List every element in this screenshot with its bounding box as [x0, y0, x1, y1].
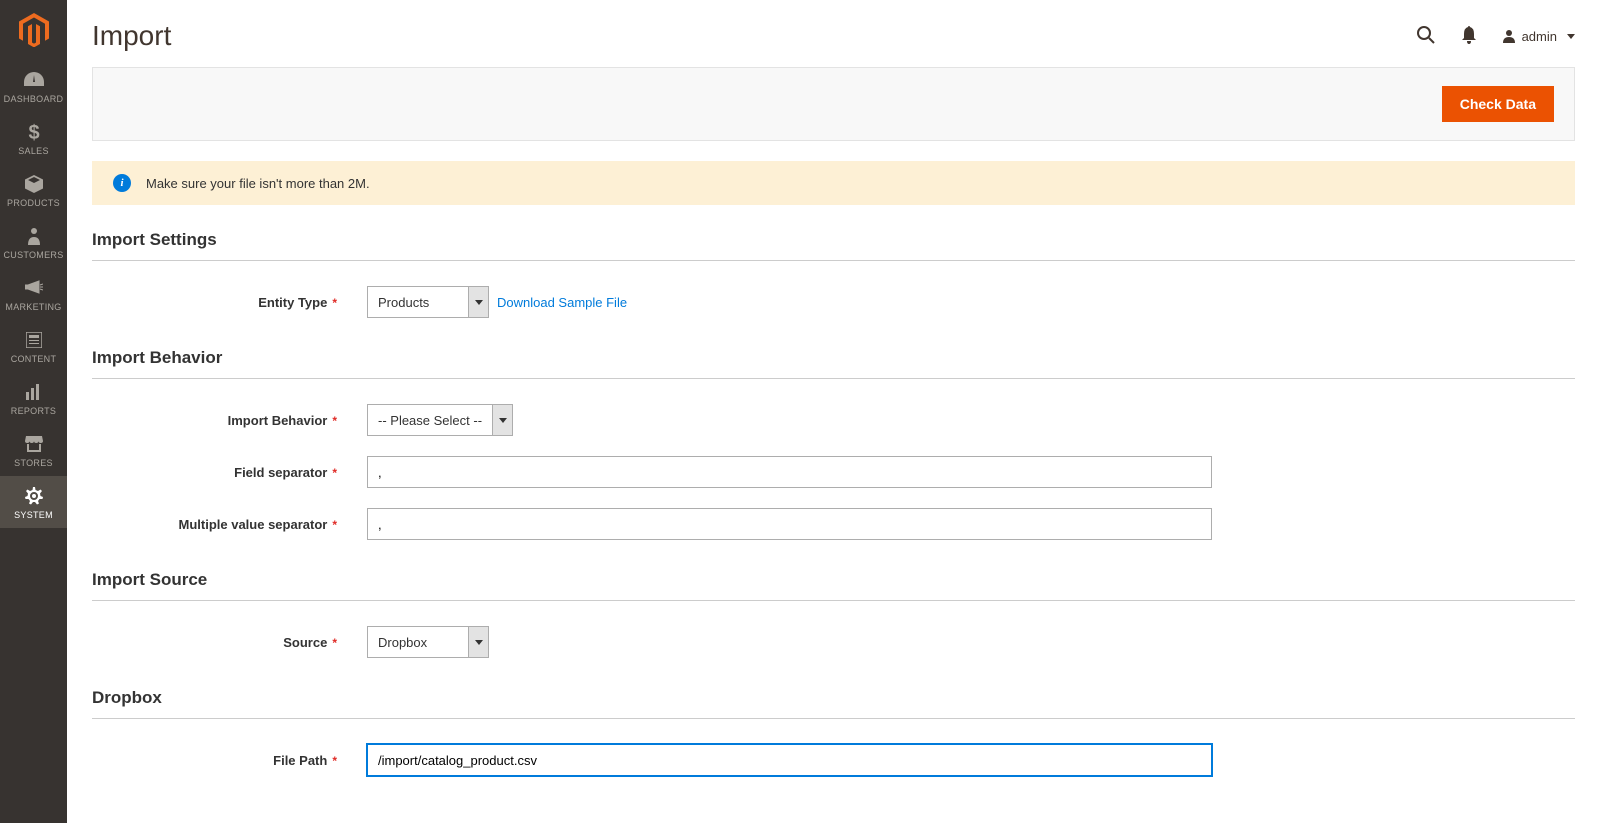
sidebar-item-customers[interactable]: Customers [0, 216, 67, 268]
content-icon [24, 330, 44, 350]
store-icon [24, 434, 44, 454]
header-actions: admin [1416, 25, 1575, 48]
field-label: Multiple value separator* [92, 517, 367, 532]
sidebar-item-label: Sales [18, 146, 49, 156]
sidebar-item-label: Content [11, 354, 57, 364]
section-import-settings: Import Settings Entity Type* Products Do… [92, 230, 1575, 318]
bell-icon[interactable] [1461, 26, 1477, 47]
form-content: Import Settings Entity Type* Products Do… [67, 205, 1600, 831]
chevron-down-icon [1567, 34, 1575, 39]
sidebar-item-label: Reports [11, 406, 56, 416]
sidebar-item-reports[interactable]: Reports [0, 372, 67, 424]
sidebar-item-stores[interactable]: Stores [0, 424, 67, 476]
field-label: Field separator* [92, 465, 367, 480]
field-label: Source* [92, 635, 367, 650]
dollar-icon: $ [24, 122, 44, 142]
required-mark: * [332, 414, 337, 428]
box-icon [24, 174, 44, 194]
section-title: Import Source [92, 570, 1575, 601]
sidebar-item-system[interactable]: System [0, 476, 67, 528]
required-mark: * [332, 296, 337, 310]
magento-logo[interactable] [0, 0, 67, 60]
select-value: -- Please Select -- [368, 405, 492, 435]
person-icon [24, 226, 44, 246]
field-multiple-value-separator: Multiple value separator* [92, 508, 1575, 540]
section-title: Dropbox [92, 688, 1575, 719]
main-content: Import admin Check Data i Make sure your… [67, 0, 1600, 831]
section-import-source: Import Source Source* Dropbox [92, 570, 1575, 658]
info-icon: i [113, 174, 131, 192]
user-label: admin [1522, 29, 1557, 44]
required-mark: * [332, 518, 337, 532]
select-value: Dropbox [368, 627, 468, 657]
sidebar-item-label: Marketing [5, 302, 61, 312]
sidebar-item-label: Customers [3, 250, 63, 260]
multiple-value-separator-input[interactable] [367, 508, 1212, 540]
user-menu[interactable]: admin [1502, 29, 1575, 44]
gear-icon [24, 486, 44, 506]
chevron-down-icon [492, 405, 512, 435]
sidebar: Dashboard $ Sales Products Customers Mar… [0, 0, 67, 823]
page-header: Import admin [67, 0, 1600, 67]
svg-text:$: $ [28, 122, 39, 142]
select-value: Products [368, 287, 468, 317]
entity-type-select[interactable]: Products [367, 286, 489, 318]
check-data-button[interactable]: Check Data [1442, 86, 1554, 122]
section-dropbox: Dropbox File Path* [92, 688, 1575, 776]
megaphone-icon [24, 278, 44, 298]
section-title: Import Behavior [92, 348, 1575, 379]
required-mark: * [332, 466, 337, 480]
field-entity-type: Entity Type* Products Download Sample Fi… [92, 286, 1575, 318]
sidebar-item-sales[interactable]: $ Sales [0, 112, 67, 164]
field-source: Source* Dropbox [92, 626, 1575, 658]
field-label: File Path* [92, 753, 367, 768]
source-select[interactable]: Dropbox [367, 626, 489, 658]
section-title: Import Settings [92, 230, 1575, 261]
sidebar-item-label: Dashboard [4, 94, 64, 104]
file-path-input[interactable] [367, 744, 1212, 776]
page-title: Import [92, 20, 171, 52]
sidebar-item-content[interactable]: Content [0, 320, 67, 372]
import-behavior-select[interactable]: -- Please Select -- [367, 404, 513, 436]
field-separator-input[interactable] [367, 456, 1212, 488]
action-bar: Check Data [92, 67, 1575, 141]
chart-icon [24, 382, 44, 402]
sidebar-item-dashboard[interactable]: Dashboard [0, 60, 67, 112]
info-message: i Make sure your file isn't more than 2M… [92, 161, 1575, 205]
message-text: Make sure your file isn't more than 2M. [146, 176, 370, 191]
sidebar-item-label: Products [7, 198, 60, 208]
sidebar-item-products[interactable]: Products [0, 164, 67, 216]
field-file-path: File Path* [92, 744, 1575, 776]
download-sample-link[interactable]: Download Sample File [497, 295, 627, 310]
field-label: Import Behavior* [92, 413, 367, 428]
dashboard-icon [24, 70, 44, 90]
sidebar-item-label: System [14, 510, 53, 520]
sidebar-item-marketing[interactable]: Marketing [0, 268, 67, 320]
search-icon[interactable] [1416, 25, 1436, 48]
field-import-behavior: Import Behavior* -- Please Select -- [92, 404, 1575, 436]
required-mark: * [332, 754, 337, 768]
required-mark: * [332, 636, 337, 650]
chevron-down-icon [468, 287, 488, 317]
field-label: Entity Type* [92, 295, 367, 310]
chevron-down-icon [468, 627, 488, 657]
field-field-separator: Field separator* [92, 456, 1575, 488]
section-import-behavior: Import Behavior Import Behavior* -- Plea… [92, 348, 1575, 540]
sidebar-item-label: Stores [14, 458, 53, 468]
